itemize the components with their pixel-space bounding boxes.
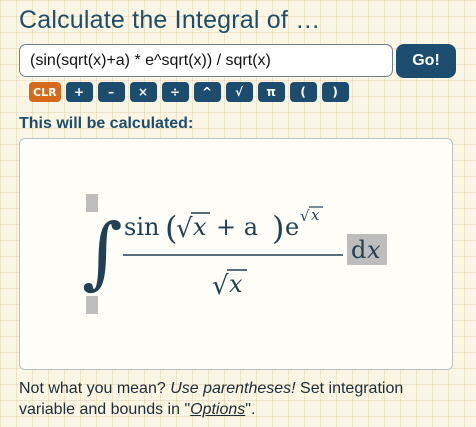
page-title: Calculate the Integral of …	[19, 6, 321, 34]
numerator-x: x	[193, 213, 207, 241]
keypad: CLR + – × ÷ ^ √ π ( )	[29, 82, 349, 102]
exponent-sqrt-symbol: √	[300, 207, 310, 225]
sqrt-key[interactable]: √	[225, 82, 253, 102]
divide-key[interactable]: ÷	[161, 82, 189, 102]
lower-bound-placeholder[interactable]	[86, 296, 98, 314]
help-text-emphasis: Use parentheses!	[170, 380, 296, 397]
help-text: Not what you mean? Use parentheses! Set …	[19, 378, 459, 420]
denominator-x: x	[229, 270, 243, 298]
formula-render: ∫ sin ( √ x + a ) e √ x √ x d x	[82, 194, 387, 314]
sin-text: sin	[124, 213, 159, 241]
plus-key[interactable]: +	[65, 82, 93, 102]
expression-input[interactable]	[19, 44, 393, 77]
help-text-part3: ".	[245, 401, 256, 418]
open-paren-key[interactable]: (	[289, 82, 317, 102]
denominator-sqrt-symbol: √	[212, 271, 229, 301]
options-link[interactable]: Options	[190, 401, 245, 418]
times-key[interactable]: ×	[129, 82, 157, 102]
close-paren-key[interactable]: )	[321, 82, 349, 102]
pi-key[interactable]: π	[257, 82, 285, 102]
power-key[interactable]: ^	[193, 82, 221, 102]
integral-sign: ∫	[82, 208, 123, 298]
numerator-plus-a: + a	[216, 213, 258, 241]
differential-d: d	[351, 236, 366, 264]
formula-preview: ∫ sin ( √ x + a ) e √ x √ x d x	[19, 138, 453, 370]
exponential-e: e	[285, 213, 299, 241]
preview-heading: This will be calculated:	[19, 115, 194, 132]
exponent-x: x	[311, 206, 320, 224]
numerator-close-paren: )	[272, 209, 284, 247]
go-button[interactable]: Go!	[396, 44, 456, 78]
clear-key[interactable]: CLR	[29, 82, 61, 102]
numerator-sqrt-symbol: √	[176, 214, 193, 244]
minus-key[interactable]: –	[97, 82, 125, 102]
help-text-part1: Not what you mean?	[19, 380, 171, 397]
differential-x: x	[367, 236, 381, 264]
